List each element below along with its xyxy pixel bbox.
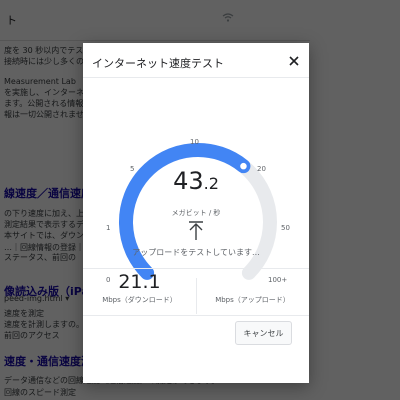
tick-label-10: 10: [190, 138, 199, 146]
status-text: アップロードをテストしています...: [132, 248, 260, 257]
tick-label-1: 1: [106, 224, 110, 232]
upload-label: Mbps（アップロード）: [215, 296, 290, 304]
speed-test-dialog: インターネット速度テスト 0 1 5 10 20 50 100+ 43.2 メガ…: [83, 43, 309, 383]
dialog-title: インターネット速度テスト: [92, 57, 224, 70]
upload-arrow-icon: [188, 221, 204, 241]
footer-divider: [83, 315, 309, 316]
tick-label-50: 50: [281, 224, 290, 232]
tick-label-100-plus: 100+: [268, 276, 287, 284]
results-divider-top: [83, 268, 309, 269]
close-button[interactable]: [285, 51, 303, 69]
download-value: 21.1: [118, 271, 161, 293]
speed-decimal: .2: [203, 174, 219, 193]
cancel-button[interactable]: キャンセル: [235, 321, 292, 345]
speed-unit: メガビット / 秒: [171, 209, 221, 217]
header-divider: [83, 77, 309, 78]
speed-integer: 43: [173, 167, 204, 195]
close-icon: [289, 51, 299, 70]
current-speed: 43.2: [83, 167, 309, 195]
download-label: Mbps（ダウンロード）: [102, 296, 177, 304]
